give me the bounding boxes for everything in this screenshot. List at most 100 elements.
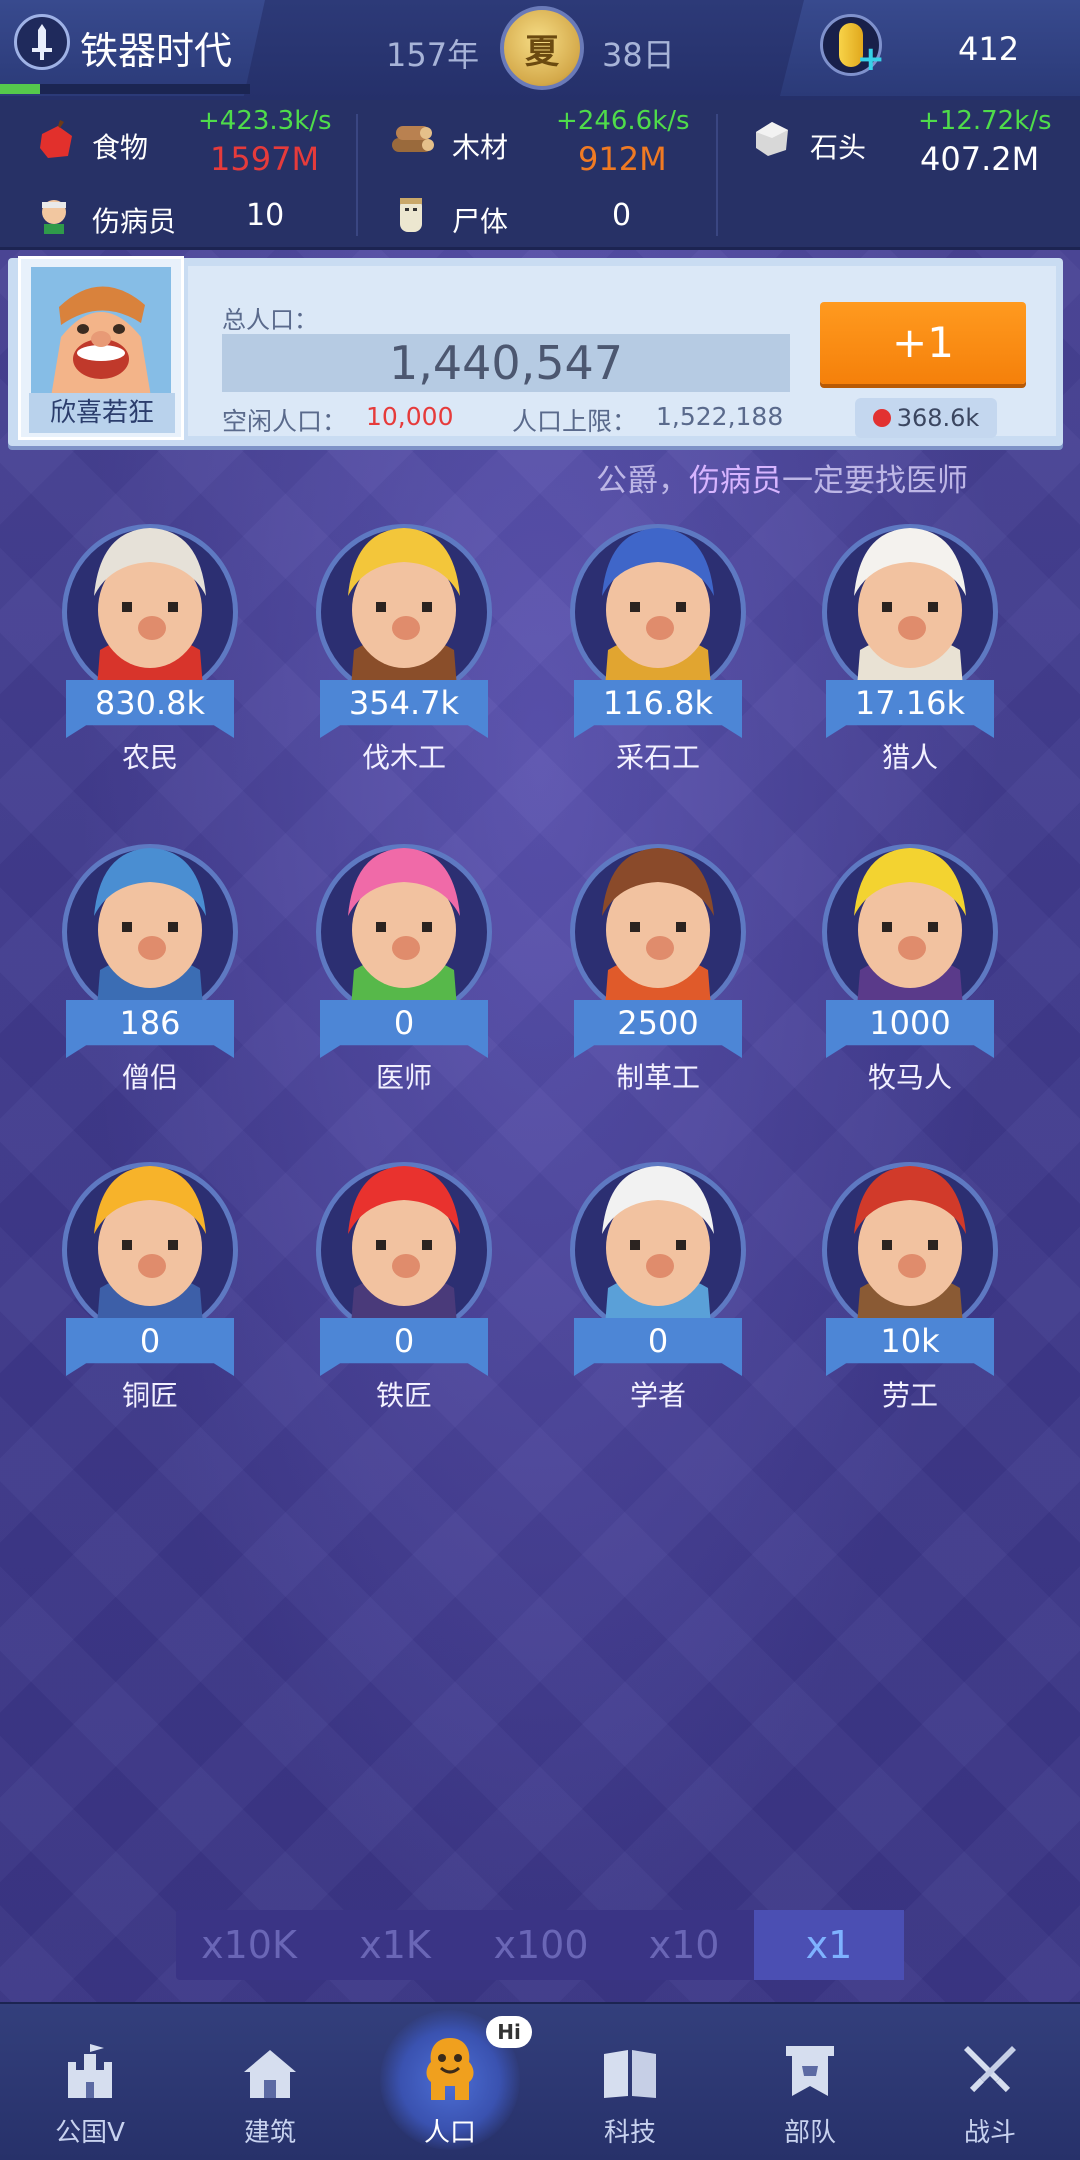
wood-label: 木材 xyxy=(452,131,509,164)
multiplier-x1[interactable]: x1 xyxy=(754,1910,904,1980)
currency-count: 412 xyxy=(958,30,1020,68)
stone-rate: +12.72k/s xyxy=(918,106,1052,136)
worker-card-doctor[interactable]: 0 医师 xyxy=(294,820,514,1094)
nav-label: 建筑 xyxy=(243,2118,296,2148)
castle-icon xyxy=(60,2042,120,2102)
worker-count: 830.8k xyxy=(94,684,206,722)
worker-card-coppersmith[interactable]: 0 铜匠 xyxy=(40,1138,260,1412)
book-icon xyxy=(600,2042,660,2102)
worker-name: 制革工 xyxy=(615,1061,700,1094)
worker-count: 354.7k xyxy=(348,684,460,722)
worker-card-lumberjack[interactable]: 354.7k 伐木工 xyxy=(294,500,514,774)
date-day: 38日 xyxy=(602,36,675,74)
era-progress-bar xyxy=(0,84,250,94)
wood-amount: 912M xyxy=(578,140,667,178)
resource-divider xyxy=(716,114,718,236)
corpse-count: 0 xyxy=(612,198,632,233)
nav-label: 人口 xyxy=(423,2118,476,2148)
wood-rate: +246.6k/s xyxy=(556,106,690,136)
worker-count: 0 xyxy=(393,1004,415,1042)
ticker-suffix: 一定要找医师 xyxy=(782,463,968,499)
nav-label: 公国V xyxy=(55,2118,125,2148)
worker-name: 僧侣 xyxy=(121,1061,178,1094)
corpse-icon xyxy=(396,194,426,240)
multiplier-x100[interactable]: x100 xyxy=(468,1910,614,1980)
era-progress-fill xyxy=(0,84,40,94)
wood-icon xyxy=(390,120,436,160)
sword-icon xyxy=(14,14,70,70)
food-amount: 1597M xyxy=(210,140,320,178)
nav-label: 科技 xyxy=(603,2118,656,2148)
ticker-highlight: 伤病员 xyxy=(689,463,782,499)
worker-card-monk[interactable]: 186 僧侣 xyxy=(40,820,260,1094)
worker-card-farmer[interactable]: 830.8k 农民 xyxy=(40,500,260,774)
nav-principality[interactable]: 公国V xyxy=(10,2002,170,2160)
worker-name: 采石工 xyxy=(615,741,700,774)
worker-card-laborer[interactable]: 10k 劳工 xyxy=(800,1138,1020,1412)
add-currency-button[interactable]: + xyxy=(820,14,885,79)
worker-card-hunter[interactable]: 17.16k 猎人 xyxy=(800,500,1020,774)
nav-battle[interactable]: 战斗 xyxy=(910,2002,1070,2160)
idle-population-value: 10,000 xyxy=(366,402,454,431)
worker-name: 伐木工 xyxy=(361,741,446,774)
multiplier-x1k[interactable]: x1K xyxy=(322,1910,468,1980)
apple-icon xyxy=(872,409,891,427)
worker-card-quarryman[interactable]: 116.8k 采石工 xyxy=(548,500,768,774)
nav-tech[interactable]: 科技 xyxy=(550,2002,710,2160)
multiplier-x10k[interactable]: x10K xyxy=(176,1910,322,1980)
worker-name: 铜匠 xyxy=(121,1379,178,1412)
mood-portrait[interactable]: 欣喜若狂 xyxy=(18,256,184,440)
total-population-value: 1,440,547 xyxy=(222,334,790,392)
multiplier-x10[interactable]: x10 xyxy=(614,1910,754,1980)
worker-count: 2500 xyxy=(617,1004,699,1042)
worker-count: 17.16k xyxy=(854,684,966,722)
happy-face-icon xyxy=(31,267,171,397)
ticker-prefix: 公爵， xyxy=(596,463,689,499)
stone-label: 石头 xyxy=(810,131,867,164)
worker-card-scholar[interactable]: 0 学者 xyxy=(548,1138,768,1412)
food-label: 食物 xyxy=(92,131,149,164)
worker-name: 铁匠 xyxy=(375,1379,432,1412)
worker-count: 10k xyxy=(880,1322,940,1360)
worker-count: 0 xyxy=(647,1322,669,1360)
injured-count: 10 xyxy=(246,198,285,233)
worker-name: 农民 xyxy=(121,741,178,774)
swords-icon xyxy=(960,2042,1020,2102)
population-cap-value: 1,522,188 xyxy=(656,402,784,431)
season-badge: 夏 xyxy=(500,6,584,90)
worker-card-blacksmith[interactable]: 0 铁匠 xyxy=(294,1138,514,1412)
nav-troops[interactable]: 部队 xyxy=(730,2002,890,2160)
worker-name: 牧马人 xyxy=(867,1061,952,1094)
people-icon xyxy=(420,2038,480,2102)
injured-label: 伤病员 xyxy=(92,205,177,238)
banner-icon xyxy=(780,2042,840,2102)
population-cap-label: 人口上限： xyxy=(512,407,638,436)
worker-card-horse-herder[interactable]: 1000 牧马人 xyxy=(800,820,1020,1094)
worker-name: 医师 xyxy=(375,1061,432,1094)
corpse-label: 尸体 xyxy=(452,205,509,238)
stone-icon xyxy=(752,118,792,162)
cost-value: 368.6k xyxy=(896,404,980,432)
era-title: 铁器时代 xyxy=(80,29,233,73)
idle-population-label: 空闲人口： xyxy=(222,407,348,436)
news-ticker: 公爵，伤病员一定要找医师 xyxy=(596,455,1010,500)
add-population-button[interactable]: +1 xyxy=(820,302,1026,384)
worker-count: 1000 xyxy=(869,1004,951,1042)
mood-caption: 欣喜若狂 xyxy=(29,393,175,433)
worker-name: 劳工 xyxy=(881,1379,938,1412)
plus-icon: + xyxy=(856,39,886,79)
worker-count: 0 xyxy=(393,1322,415,1360)
house-icon xyxy=(240,2042,300,2102)
nav-label: 战斗 xyxy=(963,2118,1016,2148)
total-population-label: 总人口： xyxy=(222,306,318,334)
worker-name: 猎人 xyxy=(881,741,938,774)
hi-bubble: Hi xyxy=(486,2016,532,2048)
food-rate: +423.3k/s xyxy=(198,106,332,136)
date-year: 157年 xyxy=(386,36,480,74)
worker-count: 0 xyxy=(139,1322,161,1360)
apple-icon xyxy=(38,120,74,164)
injured-icon xyxy=(36,196,72,240)
add-population-cost: 368.6k xyxy=(855,398,997,438)
worker-card-tanner[interactable]: 2500 制革工 xyxy=(548,820,768,1094)
nav-buildings[interactable]: 建筑 xyxy=(190,2002,350,2160)
